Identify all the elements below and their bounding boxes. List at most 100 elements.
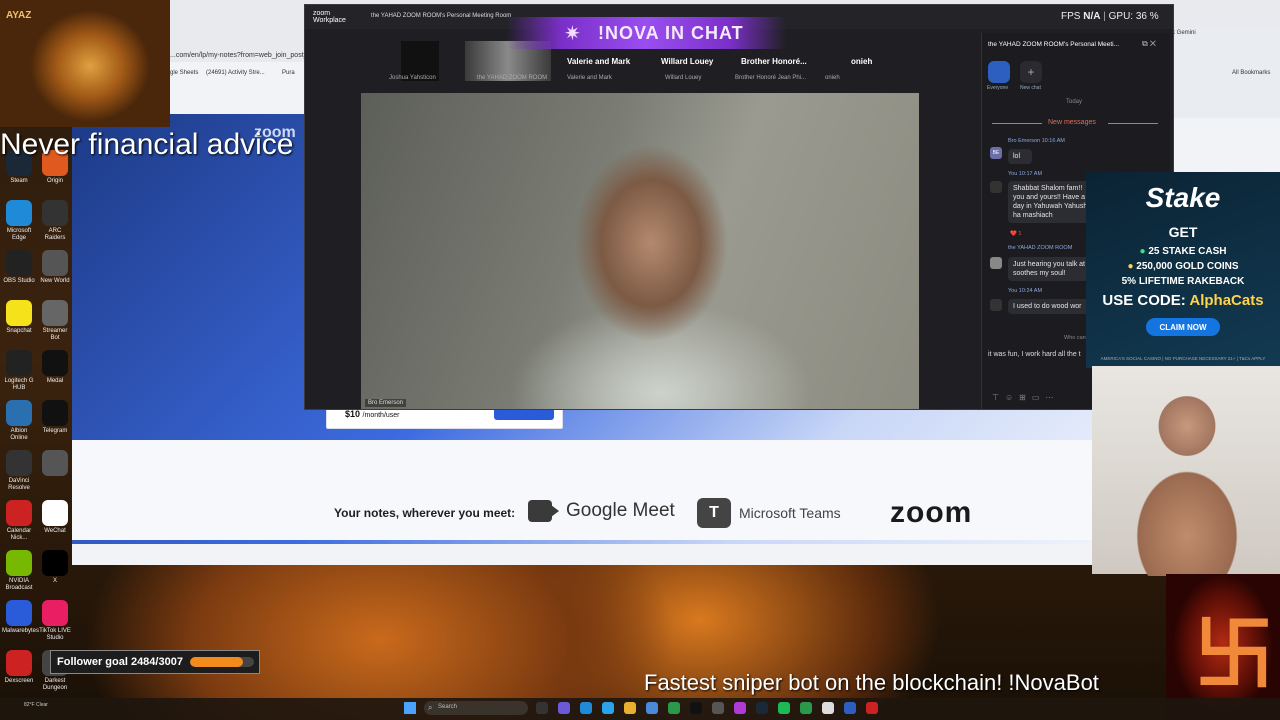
avatar — [990, 181, 1002, 193]
taskbar-app-icon[interactable] — [558, 702, 570, 714]
taskbar-app-icon[interactable] — [734, 702, 746, 714]
stake-get: GET — [1168, 224, 1198, 240]
app-icon — [6, 200, 32, 226]
avatar — [990, 299, 1002, 311]
desktop-icon[interactable]: Streamer Bot — [38, 300, 72, 342]
taskbar-app-icon[interactable] — [646, 702, 658, 714]
desktop-icon[interactable]: NVIDIA Broadcast — [2, 550, 36, 592]
bookmark-pura[interactable]: Pura — [282, 70, 295, 76]
bookmark-sheets[interactable]: gle Sheets — [170, 70, 198, 76]
taskbar-app-icon[interactable] — [624, 702, 636, 714]
search-icon: ⌕ — [428, 703, 433, 712]
avatar — [990, 257, 1002, 269]
desktop-icon[interactable]: X — [38, 550, 72, 585]
stake-offer-2: ● 250,000 GOLD COINS — [1127, 261, 1239, 272]
desktop-icon[interactable]: Snapchat — [2, 300, 36, 335]
bookmark-activity[interactable]: (24691) Activity Stre... — [206, 70, 265, 76]
desktop-icon-label: Albion Online — [10, 428, 28, 441]
desktop-icon-label: WeChat — [44, 528, 66, 534]
participant-sub-3: Willard Louey — [665, 75, 702, 81]
rune-glyph-icon: 卐 — [1194, 610, 1274, 699]
taskbar-app-icon[interactable] — [844, 702, 856, 714]
app-icon — [6, 400, 32, 426]
desktop-icon-label: Malwarebytes — [2, 628, 40, 634]
desktop-icon[interactable]: WeChat — [38, 500, 72, 535]
google-meet-icon — [528, 500, 559, 522]
chat-window-controls[interactable]: ⧉ ✕ — [1142, 39, 1156, 49]
desktop-icon[interactable]: Albion Online — [2, 400, 36, 442]
teams-icon: T — [697, 498, 731, 528]
address-bar[interactable]: ...com/en/lp/my-notes?from=web_join_post… — [170, 52, 313, 59]
chat-header: the YAHAD ZOOM ROOM's Personal Meeti... — [988, 41, 1120, 48]
all-bookmarks-link[interactable]: All Bookmarks — [1232, 70, 1270, 76]
taskbar-app-icon[interactable] — [866, 702, 878, 714]
desktop-icon[interactable]: DaVinci Resolve — [2, 450, 36, 492]
stake-promo-code: USE CODE: AlphaCats — [1102, 292, 1264, 309]
chat-message: lol — [1008, 149, 1032, 164]
taskbar-app-icon[interactable] — [712, 702, 724, 714]
follower-progress-fill — [190, 657, 243, 667]
participant-name-5: onieh — [851, 57, 873, 66]
microsoft-teams-logo: T Microsoft Teams — [697, 498, 841, 528]
taskbar-app-icon[interactable] — [778, 702, 790, 714]
app-icon — [42, 300, 68, 326]
app-icon — [6, 450, 32, 476]
taskbar-app-icon[interactable] — [800, 702, 812, 714]
chat-message-input[interactable]: it was fun, I work hard all the t — [988, 351, 1081, 358]
reaction-badge[interactable]: ❤️ 1 — [1010, 231, 1021, 237]
stake-offer-3: 5% LIFETIME RAKEBACK — [1121, 276, 1245, 287]
zoom-workplace-window: zoom Workplace the YAHAD ZOOM ROOM's Per… — [304, 4, 1174, 410]
desktop-icon[interactable]: Calendar Nick... — [2, 500, 36, 542]
desktop-icon[interactable]: Microsoft Edge — [2, 200, 36, 242]
desktop-icon-label: DaVinci Resolve — [8, 478, 30, 491]
windows-start-icon[interactable] — [404, 702, 416, 714]
desktop-icon-label: Steam — [10, 178, 28, 184]
chat-tab-everyone-label: Everyone — [987, 85, 1009, 91]
desktop-icon[interactable]: Medal — [38, 350, 72, 385]
app-icon — [42, 550, 68, 576]
desktop-icon[interactable]: TikTok LIVE Studio — [38, 600, 72, 642]
meeting-title: the YAHAD ZOOM ROOM's Personal Meeting R… — [371, 13, 512, 19]
desktop-icon[interactable]: Dexscreen — [2, 650, 36, 685]
claim-now-button[interactable]: CLAIM NOW — [1146, 318, 1220, 336]
taskbar-app-icon[interactable] — [602, 702, 614, 714]
taskbar-search[interactable]: ⌕ Search — [424, 701, 528, 715]
chat-tab-everyone[interactable] — [988, 61, 1010, 83]
desktop-icon-label: NVIDIA Broadcast — [5, 578, 33, 591]
taskbar-app-icon[interactable] — [668, 702, 680, 714]
desktop-icon[interactable]: OBS Studio — [2, 250, 36, 285]
tab-gemini[interactable]: k Gemini — [1172, 30, 1196, 36]
desktop-icon[interactable]: ARC Raiders — [38, 200, 72, 242]
taskbar-app-icon[interactable] — [580, 702, 592, 714]
active-speaker-video[interactable]: Bro Emerson — [361, 93, 919, 409]
taskbar-app-icon[interactable] — [536, 702, 548, 714]
taskbar-app-icon[interactable] — [690, 702, 702, 714]
desktop-icon-label: Streamer Bot — [42, 328, 68, 341]
desktop-icon-label: ARC Raiders — [44, 228, 66, 241]
chat-date-divider: Today — [1066, 99, 1083, 105]
chat-tab-new-label: New chat — [1020, 85, 1041, 91]
zoom-brand: zoom Workplace — [313, 10, 346, 24]
stake-offer-1: ● 25 STAKE CASH — [1139, 246, 1227, 257]
new-messages-line — [992, 123, 1042, 124]
new-chat-plus-icon[interactable]: + — [1020, 61, 1042, 83]
desktop-icon[interactable]: New World — [38, 250, 72, 285]
weather-widget[interactable]: 82°F Clear — [24, 702, 48, 708]
taskbar-app-icon[interactable] — [822, 702, 834, 714]
desktop-icon[interactable] — [38, 450, 72, 478]
app-icon — [6, 600, 32, 626]
desktop-icon[interactable]: Telegram — [38, 400, 72, 435]
app-icon — [42, 350, 68, 376]
follower-goal: Follower goal 2484/3007 — [50, 650, 260, 674]
participant-sub-4: Brother Honoré Jean Phi... — [735, 75, 807, 81]
chat-message-meta: You 10:17 AM — [1008, 171, 1043, 177]
chat-message-meta: Bro Emerson 10:16 AM — [1008, 138, 1065, 144]
app-icon — [42, 450, 68, 476]
participant-sub-0: Joshua Yahsticon — [389, 75, 436, 81]
taskbar-app-icon[interactable] — [756, 702, 768, 714]
desktop-icon[interactable]: Logitech G HUB — [2, 350, 36, 392]
desktop-icon[interactable]: Malwarebytes — [2, 600, 40, 635]
chat-formatting-toolbar[interactable]: ⊤☺⊞▭⋯ — [992, 393, 1059, 402]
lion-logo: AYAZ — [0, 0, 170, 127]
app-icon — [6, 650, 32, 676]
